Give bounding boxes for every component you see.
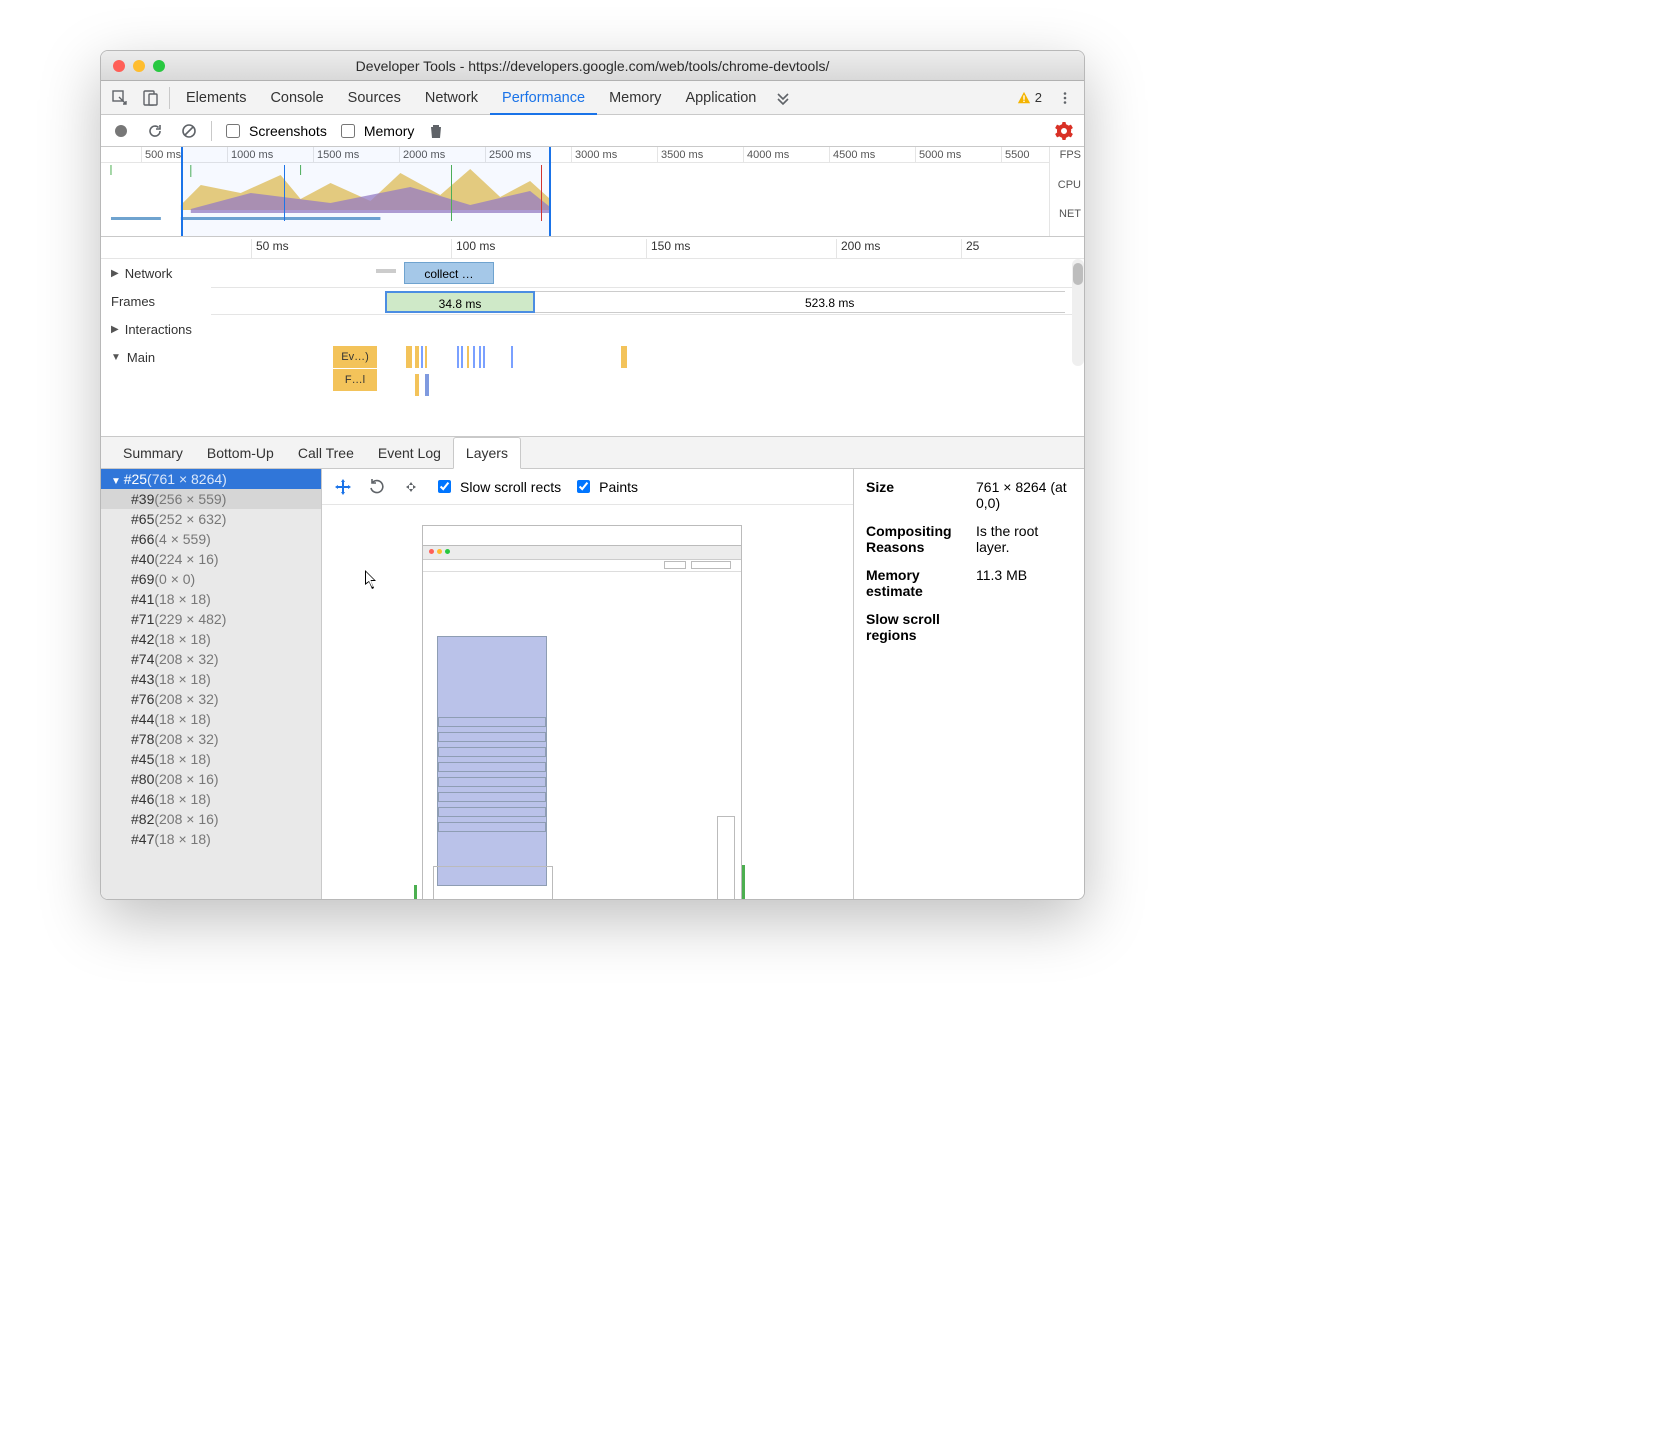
layer-item[interactable]: #43(18 × 18)	[101, 669, 321, 689]
flame-tick: 25	[961, 239, 979, 259]
more-tabs-icon[interactable]	[768, 83, 798, 113]
memory-checkbox[interactable]: Memory	[337, 121, 415, 141]
lane-network[interactable]: Network	[101, 259, 211, 287]
layer-item[interactable]: #69(0 × 0)	[101, 569, 321, 589]
overview-tick: 5500	[1001, 147, 1029, 163]
slow-scroll-checkbox[interactable]: Slow scroll rects	[434, 477, 561, 496]
lane-frames[interactable]: Frames	[101, 287, 211, 315]
layer-item[interactable]: #45(18 × 18)	[101, 749, 321, 769]
detail-tab-call-tree[interactable]: Call Tree	[286, 438, 366, 468]
layers-panel: #25(761 × 8264)#39(256 × 559)#65(252 × 6…	[101, 469, 1084, 899]
detail-tab-bottom-up[interactable]: Bottom-Up	[195, 438, 286, 468]
layer-item[interactable]: #42(18 × 18)	[101, 629, 321, 649]
frame-block-1[interactable]: 34.8 ms	[385, 291, 535, 313]
pan-icon[interactable]	[332, 476, 354, 498]
tab-performance[interactable]: Performance	[490, 81, 597, 115]
layer-item[interactable]: #25(761 × 8264)	[101, 469, 321, 489]
devtools-tabstrip: ElementsConsoleSourcesNetworkPerformance…	[101, 81, 1084, 115]
layer-item[interactable]: #40(224 × 16)	[101, 549, 321, 569]
frame-block-2[interactable]: 523.8 ms	[535, 291, 1065, 313]
overview-tick: 3000 ms	[571, 147, 617, 163]
layer-item[interactable]: #44(18 × 18)	[101, 709, 321, 729]
kebab-menu-icon[interactable]	[1050, 83, 1080, 113]
reload-icon[interactable]	[143, 119, 167, 143]
tab-sources[interactable]: Sources	[336, 81, 413, 115]
devtools-window: Developer Tools - https://developers.goo…	[100, 50, 1085, 900]
layer-item[interactable]: #47(18 × 18)	[101, 829, 321, 849]
detail-tab-summary[interactable]: Summary	[111, 438, 195, 468]
overview-lane-labels: FPS CPU NET	[1049, 147, 1084, 236]
layer-item[interactable]: #74(208 × 32)	[101, 649, 321, 669]
layer-item[interactable]: #76(208 × 32)	[101, 689, 321, 709]
slow-scroll-label: Slow scroll rects	[460, 479, 561, 495]
clear-icon[interactable]	[177, 119, 201, 143]
overview-tick: 5000 ms	[915, 147, 961, 163]
network-block[interactable]: collect …	[404, 262, 494, 284]
record-icon[interactable]	[109, 119, 133, 143]
layer-item[interactable]: #71(229 × 482)	[101, 609, 321, 629]
device-toggle-icon[interactable]	[135, 83, 165, 113]
layer-view: Slow scroll rects Paints	[321, 469, 854, 899]
rotate-icon[interactable]	[366, 476, 388, 498]
titlebar: Developer Tools - https://developers.goo…	[101, 51, 1084, 81]
tab-console[interactable]: Console	[258, 81, 335, 115]
tab-network[interactable]: Network	[413, 81, 490, 115]
flame-chart[interactable]: 50 ms 100 ms 150 ms 200 ms 25 Network Frames…	[101, 237, 1084, 437]
flame-tick: 200 ms	[836, 239, 880, 259]
warning-count: 2	[1035, 90, 1042, 105]
main-event-2[interactable]: F…l	[333, 369, 377, 391]
layer-item[interactable]: #46(18 × 18)	[101, 789, 321, 809]
settings-gear-icon[interactable]	[1052, 119, 1076, 143]
overview-tick: 4000 ms	[743, 147, 789, 163]
layer-item[interactable]: #41(18 × 18)	[101, 589, 321, 609]
main-event-1[interactable]: Ev…)	[333, 346, 377, 368]
overview-tick: 500 ms	[141, 147, 181, 163]
warning-badge[interactable]: 2	[1009, 90, 1050, 105]
trash-icon[interactable]	[424, 119, 448, 143]
flame-scrollbar[interactable]	[1072, 259, 1084, 366]
layer-canvas[interactable]	[322, 505, 853, 899]
layer-item[interactable]: #82(208 × 16)	[101, 809, 321, 829]
tab-application[interactable]: Application	[673, 81, 768, 115]
layer-tree[interactable]: #25(761 × 8264)#39(256 × 559)#65(252 × 6…	[101, 469, 321, 899]
detail-tab-layers[interactable]: Layers	[453, 437, 521, 469]
inspect-icon[interactable]	[105, 83, 135, 113]
detail-tab-event-log[interactable]: Event Log	[366, 438, 453, 468]
overview-tick: 4500 ms	[829, 147, 875, 163]
overview-tick: 3500 ms	[657, 147, 703, 163]
paints-label: Paints	[599, 479, 638, 495]
flame-tick: 50 ms	[251, 239, 289, 259]
layer-item[interactable]: #80(208 × 16)	[101, 769, 321, 789]
paints-checkbox[interactable]: Paints	[573, 477, 638, 496]
layer-item[interactable]: #78(208 × 32)	[101, 729, 321, 749]
overview-timeline[interactable]: 500 ms1000 ms1500 ms2000 ms2500 ms3000 m…	[101, 147, 1084, 237]
screenshots-checkbox[interactable]: Screenshots	[222, 121, 327, 141]
memory-label: Memory	[364, 123, 415, 139]
layer-details: Size761 × 8264 (at 0,0) Compositing Reas…	[854, 469, 1084, 899]
flame-tick: 150 ms	[646, 239, 690, 259]
flame-tick: 100 ms	[451, 239, 495, 259]
details-tabs: SummaryBottom-UpCall TreeEvent LogLayers	[101, 437, 1084, 469]
layer-item[interactable]: #66(4 × 559)	[101, 529, 321, 549]
screenshots-label: Screenshots	[249, 123, 327, 139]
reset-view-icon[interactable]	[400, 476, 422, 498]
tab-memory[interactable]: Memory	[597, 81, 673, 115]
lane-main[interactable]: Main	[101, 343, 211, 371]
lane-interactions[interactable]: Interactions	[101, 315, 211, 343]
tab-elements[interactable]: Elements	[174, 81, 258, 115]
performance-toolbar: Screenshots Memory	[101, 115, 1084, 147]
layer-item[interactable]: #39(256 × 559)	[101, 489, 321, 509]
window-title: Developer Tools - https://developers.goo…	[101, 58, 1084, 74]
layer-item[interactable]: #65(252 × 632)	[101, 509, 321, 529]
